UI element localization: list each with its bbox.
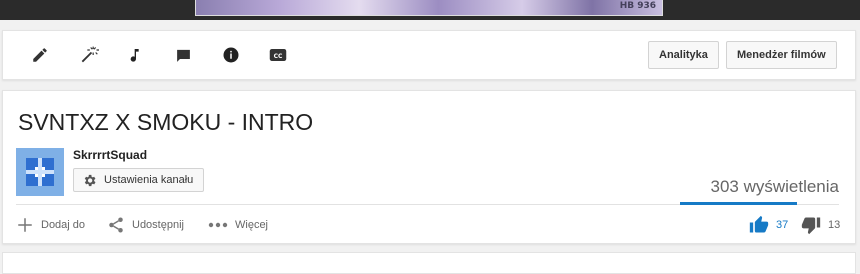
- channel-logo-icon: [26, 158, 54, 186]
- video-info-card: SVNTXZ X SMOKU - INTRO SkrrrrtSquad Usta…: [2, 90, 856, 244]
- comment-icon[interactable]: [173, 45, 193, 65]
- description-card-top: [2, 252, 856, 274]
- view-count: 303 wyświetlenia: [710, 177, 839, 196]
- gear-icon: [84, 174, 96, 186]
- magic-wand-icon[interactable]: [79, 45, 99, 65]
- channel-avatar[interactable]: [16, 148, 64, 196]
- svg-text:CC: CC: [274, 53, 283, 60]
- channel-name[interactable]: SkrrrrtSquad: [73, 148, 147, 162]
- video-player-bottom[interactable]: HB 936: [0, 0, 860, 20]
- share-icon: [109, 217, 123, 233]
- channel-settings-button[interactable]: Ustawienia kanału: [73, 168, 205, 192]
- more-button[interactable]: Więcej: [208, 215, 268, 235]
- plus-icon: [18, 218, 32, 232]
- info-icon[interactable]: [221, 45, 241, 65]
- thumbs-down-icon: [801, 217, 821, 235]
- add-to-button[interactable]: Dodaj do: [16, 215, 85, 235]
- channel-settings-label: Ustawienia kanału: [104, 174, 194, 186]
- analytics-button[interactable]: Analityka: [648, 41, 719, 69]
- more-label: Więcej: [235, 219, 269, 231]
- dislike-button[interactable]: 13: [801, 215, 840, 235]
- pencil-icon[interactable]: [30, 45, 50, 65]
- video-manager-button[interactable]: Menedżer filmów: [726, 41, 837, 69]
- creator-toolbar: CC Analityka Menedżer filmów: [2, 30, 856, 80]
- thumbs-up-icon: [749, 215, 769, 233]
- video-title: SVNTXZ X SMOKU - INTRO: [18, 109, 314, 135]
- cc-icon[interactable]: CC: [268, 45, 288, 65]
- dislike-count: 13: [828, 219, 841, 231]
- share-label: Udostępnij: [132, 219, 184, 231]
- share-button[interactable]: Udostępnij: [107, 215, 184, 235]
- video-watermark: HB 936: [619, 1, 656, 11]
- add-to-label: Dodaj do: [41, 219, 86, 231]
- like-ratio-bar: [680, 202, 797, 205]
- video-frame: HB 936: [195, 0, 663, 16]
- music-note-icon[interactable]: [126, 45, 146, 65]
- like-button[interactable]: 37: [749, 215, 788, 235]
- more-dots-icon: [208, 222, 228, 228]
- like-count: 37: [776, 219, 789, 231]
